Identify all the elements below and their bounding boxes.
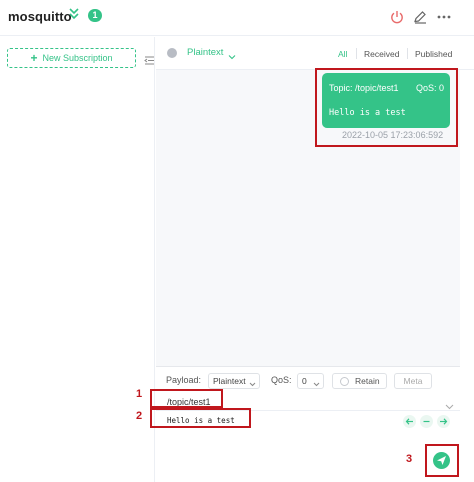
payload-format-select[interactable]: Plaintext bbox=[208, 373, 260, 389]
subscriptions-pane: + New Subscription bbox=[0, 37, 155, 482]
plus-icon: + bbox=[30, 51, 38, 65]
annotation-marker-1: 1 bbox=[136, 388, 143, 400]
next-message-button[interactable] bbox=[437, 415, 450, 428]
chevron-down-icon bbox=[249, 378, 256, 387]
chevrons-down-icon[interactable] bbox=[68, 7, 82, 23]
annotation-marker-3: 3 bbox=[406, 453, 413, 465]
annotation-box-message bbox=[315, 68, 458, 147]
chevron-down-icon[interactable] bbox=[445, 398, 454, 410]
qos-label: QoS: bbox=[271, 375, 292, 385]
edit-icon[interactable] bbox=[412, 9, 428, 25]
top-bar: mosquitto 1 bbox=[0, 0, 474, 36]
format-select[interactable]: Plaintext bbox=[187, 47, 223, 58]
retain-radio-icon bbox=[340, 377, 349, 386]
connection-name: mosquitto bbox=[8, 9, 72, 24]
filter-received-tab[interactable]: Received bbox=[364, 49, 399, 59]
divider bbox=[356, 48, 357, 59]
annotation-box-payload bbox=[150, 408, 251, 428]
more-icon[interactable] bbox=[436, 9, 452, 25]
retain-toggle[interactable]: Retain bbox=[332, 373, 387, 389]
new-subscription-button[interactable]: + New Subscription bbox=[7, 48, 136, 68]
history-button[interactable] bbox=[420, 415, 433, 428]
power-icon[interactable] bbox=[389, 9, 405, 25]
annotation-marker-2: 2 bbox=[136, 410, 143, 422]
previous-message-button[interactable] bbox=[403, 415, 416, 428]
qos-select[interactable]: 0 bbox=[297, 373, 324, 389]
annotation-box-topic bbox=[150, 389, 223, 408]
annotation-box-send bbox=[425, 444, 459, 477]
chevron-down-icon bbox=[313, 378, 320, 387]
filter-published-tab[interactable]: Published bbox=[415, 49, 452, 59]
divider bbox=[407, 48, 408, 59]
payload-label: Payload: bbox=[166, 375, 202, 385]
qos-value: 0 bbox=[302, 376, 307, 386]
format-icon bbox=[167, 48, 177, 58]
meta-button[interactable]: Meta bbox=[394, 373, 432, 389]
new-subscription-label: New Subscription bbox=[42, 53, 113, 63]
chevron-down-icon[interactable] bbox=[228, 48, 236, 60]
message-toolbar: Plaintext All Received Published bbox=[156, 37, 474, 70]
retain-label: Retain bbox=[355, 376, 380, 386]
message-count-badge: 1 bbox=[88, 9, 102, 22]
message-list-scrollbar[interactable] bbox=[460, 70, 474, 366]
filter-all-tab[interactable]: All bbox=[338, 49, 347, 59]
collapse-sidebar-icon[interactable] bbox=[144, 53, 155, 65]
payload-format-value: Plaintext bbox=[213, 376, 246, 386]
